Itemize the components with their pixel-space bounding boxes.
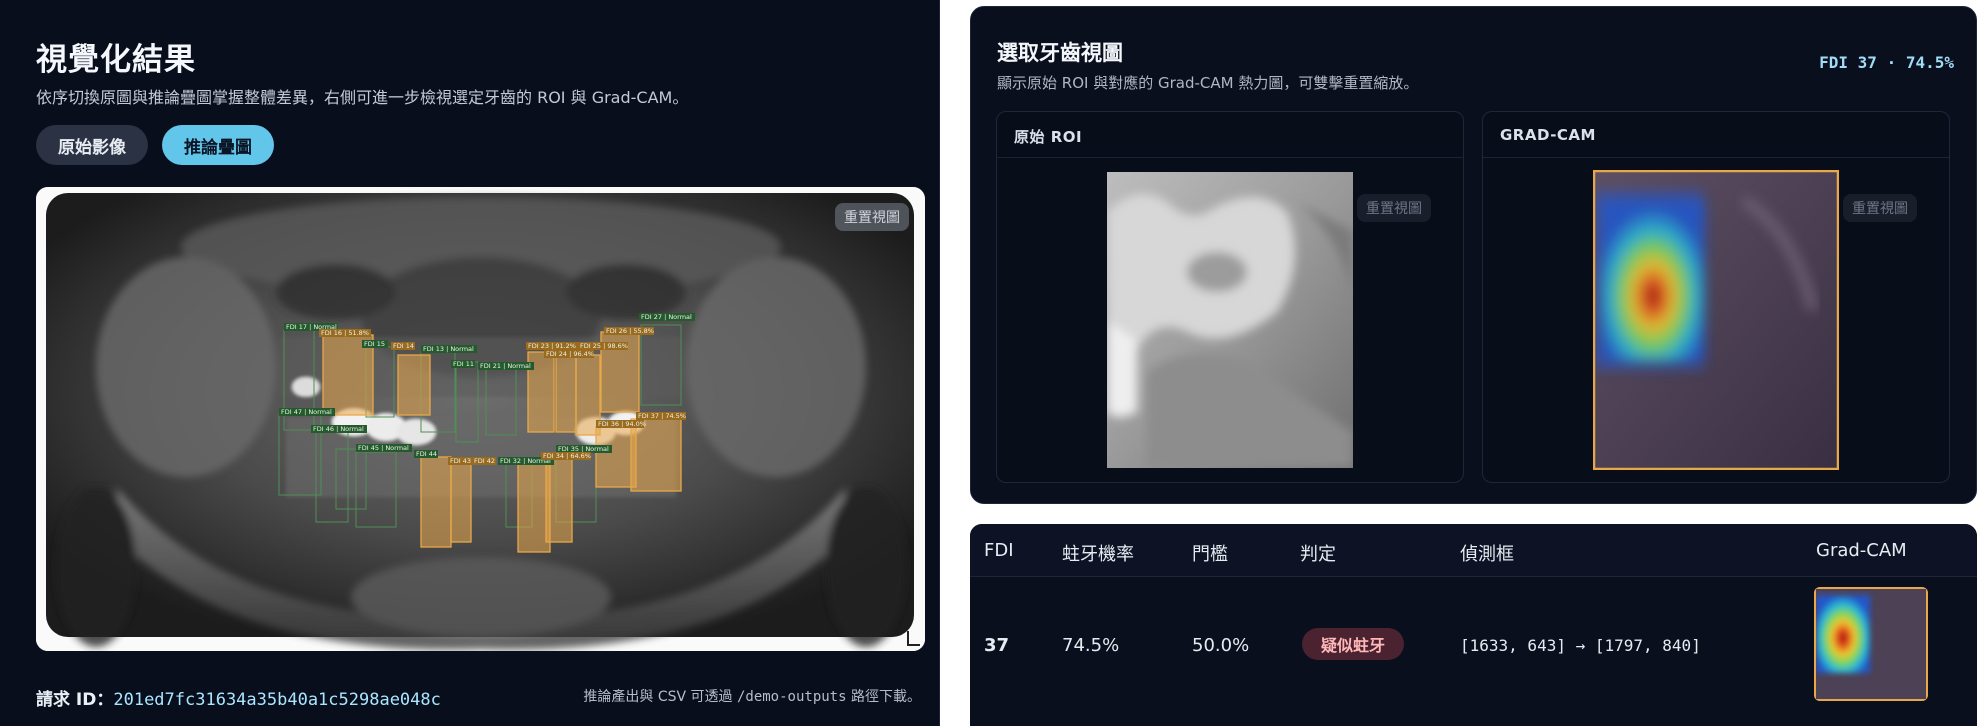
original-roi-image — [1107, 172, 1353, 468]
selected-tooth-title: 選取牙齒視圖 — [997, 41, 1123, 65]
selected-fdi-tag: FDI 37 · 74.5% — [1819, 53, 1954, 72]
svg-text:FDI 13 | Normal: FDI 13 | Normal — [423, 345, 474, 353]
original-image-toggle[interactable]: 原始影像 — [36, 125, 148, 165]
reset-view-button[interactable]: 重置視圖 — [835, 203, 909, 231]
visualization-panel: 視覺化結果 依序切換原圖與推論疊圖掌握整體差異，右側可進一步檢視選定牙齒的 RO… — [0, 0, 940, 726]
download-note: 推論產出與 CSV 可透過 /demo-outputs 路徑下載。 — [583, 686, 921, 706]
col-header-verdict: 判定 — [1300, 544, 1336, 565]
svg-text:FDI 16 | 51.8%: FDI 16 | 51.8% — [321, 329, 369, 337]
selected-tooth-card: 選取牙齒視圖 顯示原始 ROI 與對應的 Grad-CAM 熱力圖，可雙擊重置縮… — [970, 6, 1977, 504]
svg-text:FDI 15: FDI 15 — [364, 340, 385, 348]
panoramic-xray-viewer[interactable]: FDI 17 | Normal FDI 16 | 51.8% FDI 15 FD… — [36, 187, 925, 651]
svg-text:FDI 42: FDI 42 — [474, 457, 495, 465]
col-header-fdi: FDI — [984, 540, 1014, 561]
panoramic-xray-image: FDI 17 | Normal FDI 16 | 51.8% FDI 15 FD… — [36, 187, 925, 651]
download-note-suffix: 路徑下載。 — [846, 689, 921, 705]
gradcam-thumbnail[interactable] — [1814, 587, 1928, 701]
download-note-prefix: 推論產出與 CSV 可透過 — [583, 689, 737, 705]
gradcam-heatmap-image — [1593, 170, 1839, 470]
selected-tooth-subtitle: 顯示原始 ROI 與對應的 Grad-CAM 熱力圖，可雙擊重置縮放。 — [997, 74, 1419, 92]
svg-text:FDI 34 | 64.6%: FDI 34 | 64.6% — [543, 452, 591, 460]
svg-text:FDI 36 | 94.0%: FDI 36 | 94.0% — [598, 420, 646, 428]
svg-text:FDI 47 | Normal: FDI 47 | Normal — [281, 408, 332, 416]
svg-text:FDI 11: FDI 11 — [453, 360, 474, 368]
svg-text:FDI 24 | 96.4%: FDI 24 | 96.4% — [546, 350, 594, 358]
svg-text:FDI 44: FDI 44 — [416, 450, 437, 458]
svg-text:FDI 37 | 74.5%: FDI 37 | 74.5% — [638, 412, 686, 420]
original-roi-header: 原始 ROI — [997, 112, 1463, 158]
gradcam-header: GRAD-CAM — [1483, 112, 1949, 158]
cell-fdi: 37 — [984, 635, 1010, 656]
request-id-label: 請求 ID： — [36, 690, 114, 710]
original-roi-card[interactable]: 原始 ROI 重置視圖 — [996, 111, 1464, 483]
col-header-gradcam: Grad-CAM — [1816, 540, 1907, 561]
visualization-subtitle: 依序切換原圖與推論疊圖掌握整體差異，右側可進一步檢視選定牙齒的 ROI 與 Gr… — [36, 88, 689, 107]
visualization-title: 視覺化結果 — [36, 42, 196, 78]
svg-text:FDI 26 | 55.8%: FDI 26 | 55.8% — [606, 327, 654, 335]
svg-text:FDI 43: FDI 43 — [450, 457, 471, 465]
cell-probability: 74.5% — [1062, 635, 1120, 656]
detection-table: FDI 蛀牙機率 門檻 判定 偵測框 Grad-CAM 37 74.5% 50.… — [970, 524, 1977, 726]
verdict-badge: 疑似蛀牙 — [1302, 628, 1404, 660]
download-path: /demo-outputs — [736, 689, 847, 705]
table-header-row: FDI 蛀牙機率 門檻 判定 偵測框 Grad-CAM — [970, 524, 1977, 577]
cell-bbox: [1633, 643] → [1797, 840] — [1460, 636, 1701, 655]
gradcam-reset-view-button[interactable]: 重置視圖 — [1843, 194, 1917, 222]
svg-text:FDI 14: FDI 14 — [393, 342, 414, 350]
svg-text:FDI 46 | Normal: FDI 46 | Normal — [313, 425, 364, 433]
selected-tooth-panel: 選取牙齒視圖 顯示原始 ROI 與對應的 Grad-CAM 熱力圖，可雙擊重置縮… — [966, 0, 1988, 726]
request-id-row: 請求 ID：201ed7fc31634a35b40a1c5298ae048c — [36, 685, 441, 710]
cell-threshold: 50.0% — [1192, 635, 1250, 656]
inference-overlay-toggle[interactable]: 推論疊圖 — [162, 125, 274, 165]
panel-gap — [940, 0, 966, 726]
col-header-threshold: 門檻 — [1192, 544, 1228, 565]
gradcam-thumbnail-image — [1814, 587, 1928, 701]
svg-text:FDI 27 | Normal: FDI 27 | Normal — [641, 313, 692, 321]
svg-text:FDI 45 | Normal: FDI 45 | Normal — [358, 444, 409, 452]
roi-reset-view-button[interactable]: 重置視圖 — [1357, 194, 1431, 222]
col-header-probability: 蛀牙機率 — [1062, 544, 1134, 565]
request-id-value: 201ed7fc31634a35b40a1c5298ae048c — [113, 690, 441, 710]
svg-text:FDI 23 | 91.2%: FDI 23 | 91.2% — [528, 342, 576, 350]
col-header-bbox: 偵測框 — [1460, 544, 1514, 565]
svg-text:FDI 25 | 98.6%: FDI 25 | 98.6% — [580, 342, 628, 350]
gradcam-card[interactable]: GRAD-CAM 重置視圖 — [1482, 111, 1950, 483]
svg-text:FDI 21 | Normal: FDI 21 | Normal — [480, 362, 531, 370]
